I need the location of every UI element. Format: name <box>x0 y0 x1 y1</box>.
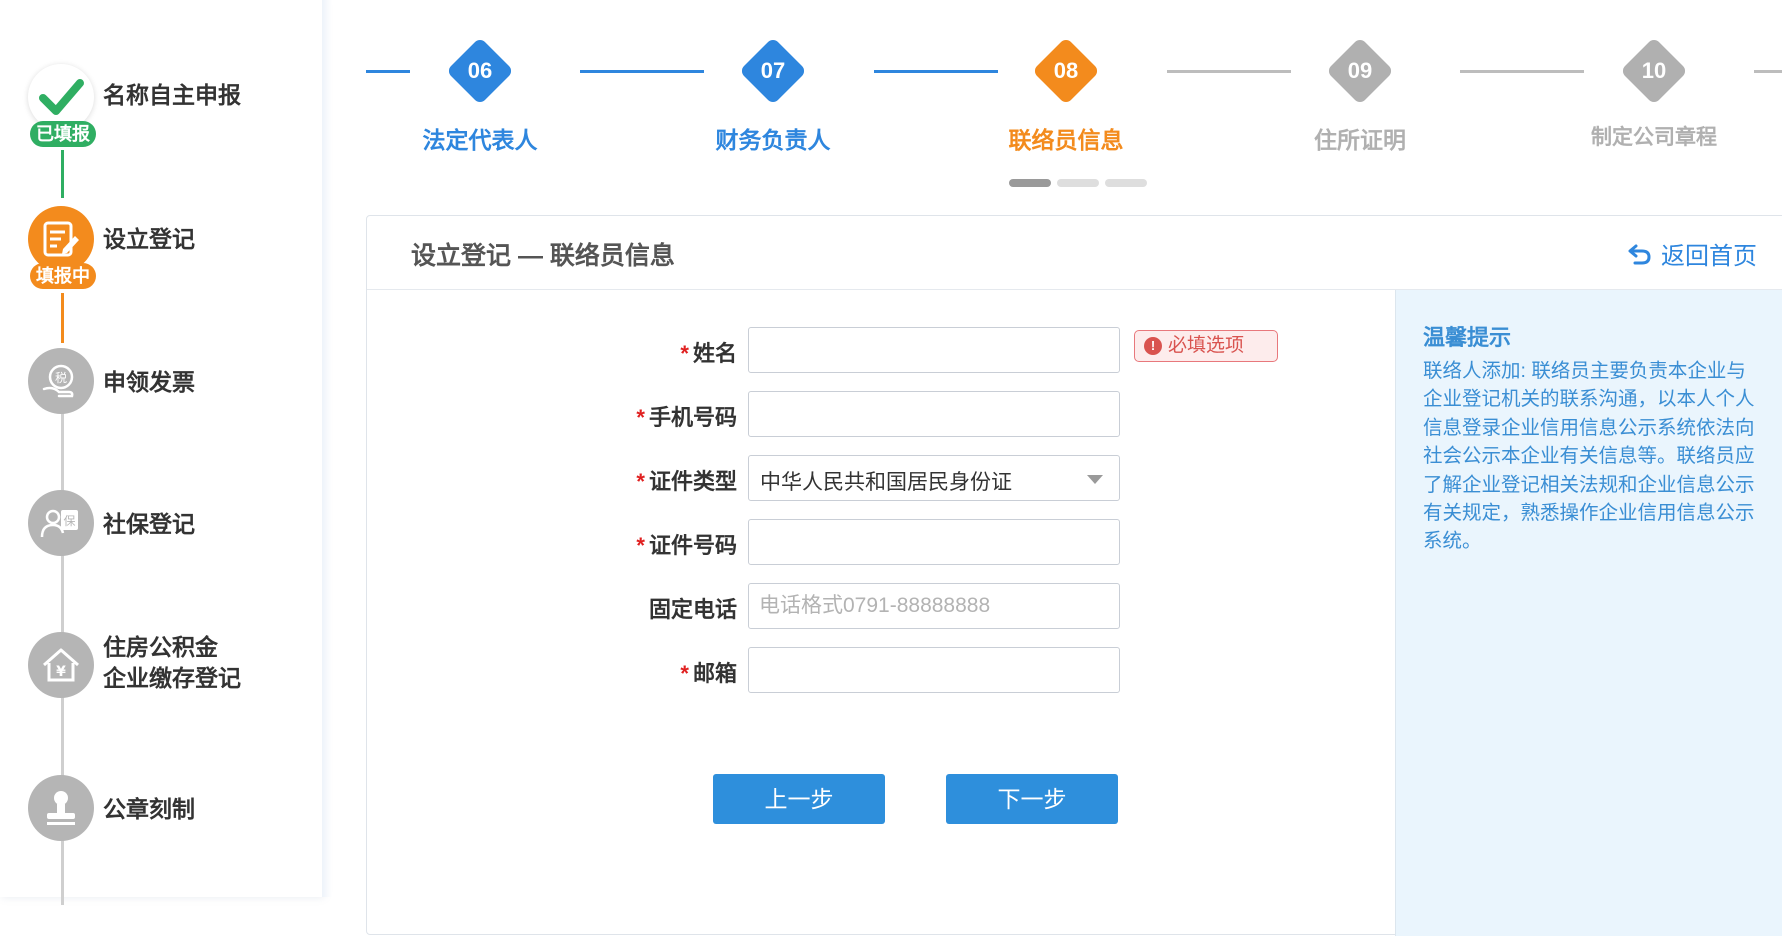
required-mark: * <box>636 533 645 558</box>
connector-line <box>61 150 64 198</box>
sidebar-item-label: 住房公积金 企业缴存登记 <box>103 632 241 694</box>
progress-line <box>366 70 410 73</box>
step-number-diamond: 09 <box>1326 37 1394 105</box>
social-insurance-icon: 保 <box>28 490 94 556</box>
pager-dot[interactable] <box>1105 179 1147 187</box>
phone-label-text: 手机号码 <box>648 405 737 430</box>
required-mark: * <box>636 469 645 494</box>
name-label: * 姓名 <box>587 336 737 368</box>
connector-line <box>61 293 64 343</box>
back-home-label: 返回首页 <box>1661 243 1757 270</box>
error-icon: ! <box>1144 337 1162 355</box>
sidebar-item-label: 设立登记 <box>103 226 195 252</box>
svg-text:税: 税 <box>55 371 67 385</box>
id-number-label-text: 证件号码 <box>648 533 737 558</box>
sidebar-item-housing-fund[interactable]: ¥ 住房公积金 企业缴存登记 <box>28 632 318 702</box>
step-number-diamond: 10 <box>1620 37 1688 105</box>
phone-label: * 手机号码 <box>587 400 737 432</box>
required-mark: * <box>636 405 645 430</box>
sidebar-item-label-line2: 企业缴存登记 <box>103 665 241 691</box>
sidebar-item-label-line1: 住房公积金 <box>103 634 218 660</box>
page-title: 设立登记 — 联络员信息 <box>411 242 675 270</box>
sidebar-item-name-declaration[interactable]: 已填报 名称自主申报 <box>28 64 318 147</box>
sidebar-item-label: 申领发票 <box>103 369 195 395</box>
progress-line <box>580 70 704 73</box>
sidebar-item-invoice[interactable]: 税 申领发票 <box>28 348 318 418</box>
pager-dot[interactable] <box>1057 179 1099 187</box>
name-label-text: 姓名 <box>692 341 737 366</box>
chevron-down-icon <box>1087 475 1103 484</box>
step-number-diamond: 08 <box>1032 37 1100 105</box>
email-label-text: 邮箱 <box>692 661 737 686</box>
progress-line <box>1460 70 1584 73</box>
sidebar-item-seal-engraving[interactable]: 公章刻制 <box>28 775 318 845</box>
tips-body: 联络人添加: 联络员主要负责本企业与企业登记机关的联系沟通，以本人个人信息登录企… <box>1423 360 1755 553</box>
back-home-link[interactable]: 返回首页 <box>1627 236 1757 271</box>
required-mark: * <box>680 661 689 686</box>
step-label: 住所证明 <box>1314 127 1406 153</box>
pager-dots[interactable] <box>1009 174 1153 192</box>
step-number-diamond: 06 <box>446 37 514 105</box>
email-input[interactable] <box>748 647 1120 693</box>
required-mark: * <box>680 341 689 366</box>
progress-line <box>1754 70 1782 73</box>
id-number-input[interactable] <box>748 519 1120 565</box>
return-arrow-icon <box>1627 241 1653 267</box>
sidebar-divider <box>322 0 332 897</box>
error-text: 必填选项 <box>1168 335 1245 356</box>
step-label: 财务负责人 <box>715 127 831 153</box>
sidebar-item-label: 公章刻制 <box>103 796 195 822</box>
step-number-diamond: 07 <box>739 37 807 105</box>
svg-text:保: 保 <box>63 514 75 528</box>
next-step-button[interactable]: 下一步 <box>946 774 1118 824</box>
prev-step-button[interactable]: 上一步 <box>713 774 885 824</box>
id-type-select[interactable]: 中华人民共和国居民身份证 <box>748 455 1120 501</box>
step-label: 制定公司章程 <box>1591 126 1717 149</box>
svg-text:¥: ¥ <box>56 664 66 680</box>
stamp-icon <box>28 775 94 841</box>
status-badge: 填报中 <box>30 263 96 289</box>
id-type-selected-value: 中华人民共和国居民身份证 <box>760 471 1012 494</box>
id-type-label: * 证件类型 <box>587 464 737 496</box>
pager-dot[interactable] <box>1009 179 1051 187</box>
tips-title: 温馨提示 <box>1423 325 1512 350</box>
sidebar-item-social-insurance[interactable]: 保 社保登记 <box>28 490 318 560</box>
form-card: 设立登记 — 联络员信息 返回首页 * 姓名 ! 必填选项 * 手机号码 * 证件类型… <box>366 215 1782 936</box>
tips-panel: 温馨提示 联络人添加: 联络员主要负责本企业与企业登记机关的联系沟通，以本人个人… <box>1395 290 1782 936</box>
housing-fund-icon: ¥ <box>28 632 94 698</box>
progress-line <box>1167 70 1291 73</box>
step-label: 联络员信息 <box>1008 127 1124 153</box>
email-label: * 邮箱 <box>587 656 737 688</box>
id-type-label-text: 证件类型 <box>648 469 737 494</box>
phone-input[interactable] <box>748 391 1120 437</box>
progress-line <box>874 70 998 73</box>
landline-input[interactable] <box>748 583 1120 629</box>
card-header: 设立登记 — 联络员信息 返回首页 <box>367 216 1782 290</box>
name-input[interactable] <box>748 327 1120 373</box>
sidebar-item-establish-registration[interactable]: 填报中 设立登记 <box>28 206 318 289</box>
status-badge: 已填报 <box>30 121 96 147</box>
validation-error-tip: ! 必填选项 <box>1134 330 1278 362</box>
landline-label: 固定电话 <box>648 597 737 622</box>
id-number-label: * 证件号码 <box>587 528 737 560</box>
tax-hand-icon: 税 <box>28 348 94 414</box>
sidebar-item-label: 社保登记 <box>103 511 195 537</box>
progress-sidebar: 已填报 名称自主申报 填报中 设立登记 税 申领发票 保 社保登记 ¥ 住房公积… <box>0 0 322 905</box>
step-label: 法定代表人 <box>422 127 538 153</box>
sidebar-item-label: 名称自主申报 <box>103 82 241 108</box>
